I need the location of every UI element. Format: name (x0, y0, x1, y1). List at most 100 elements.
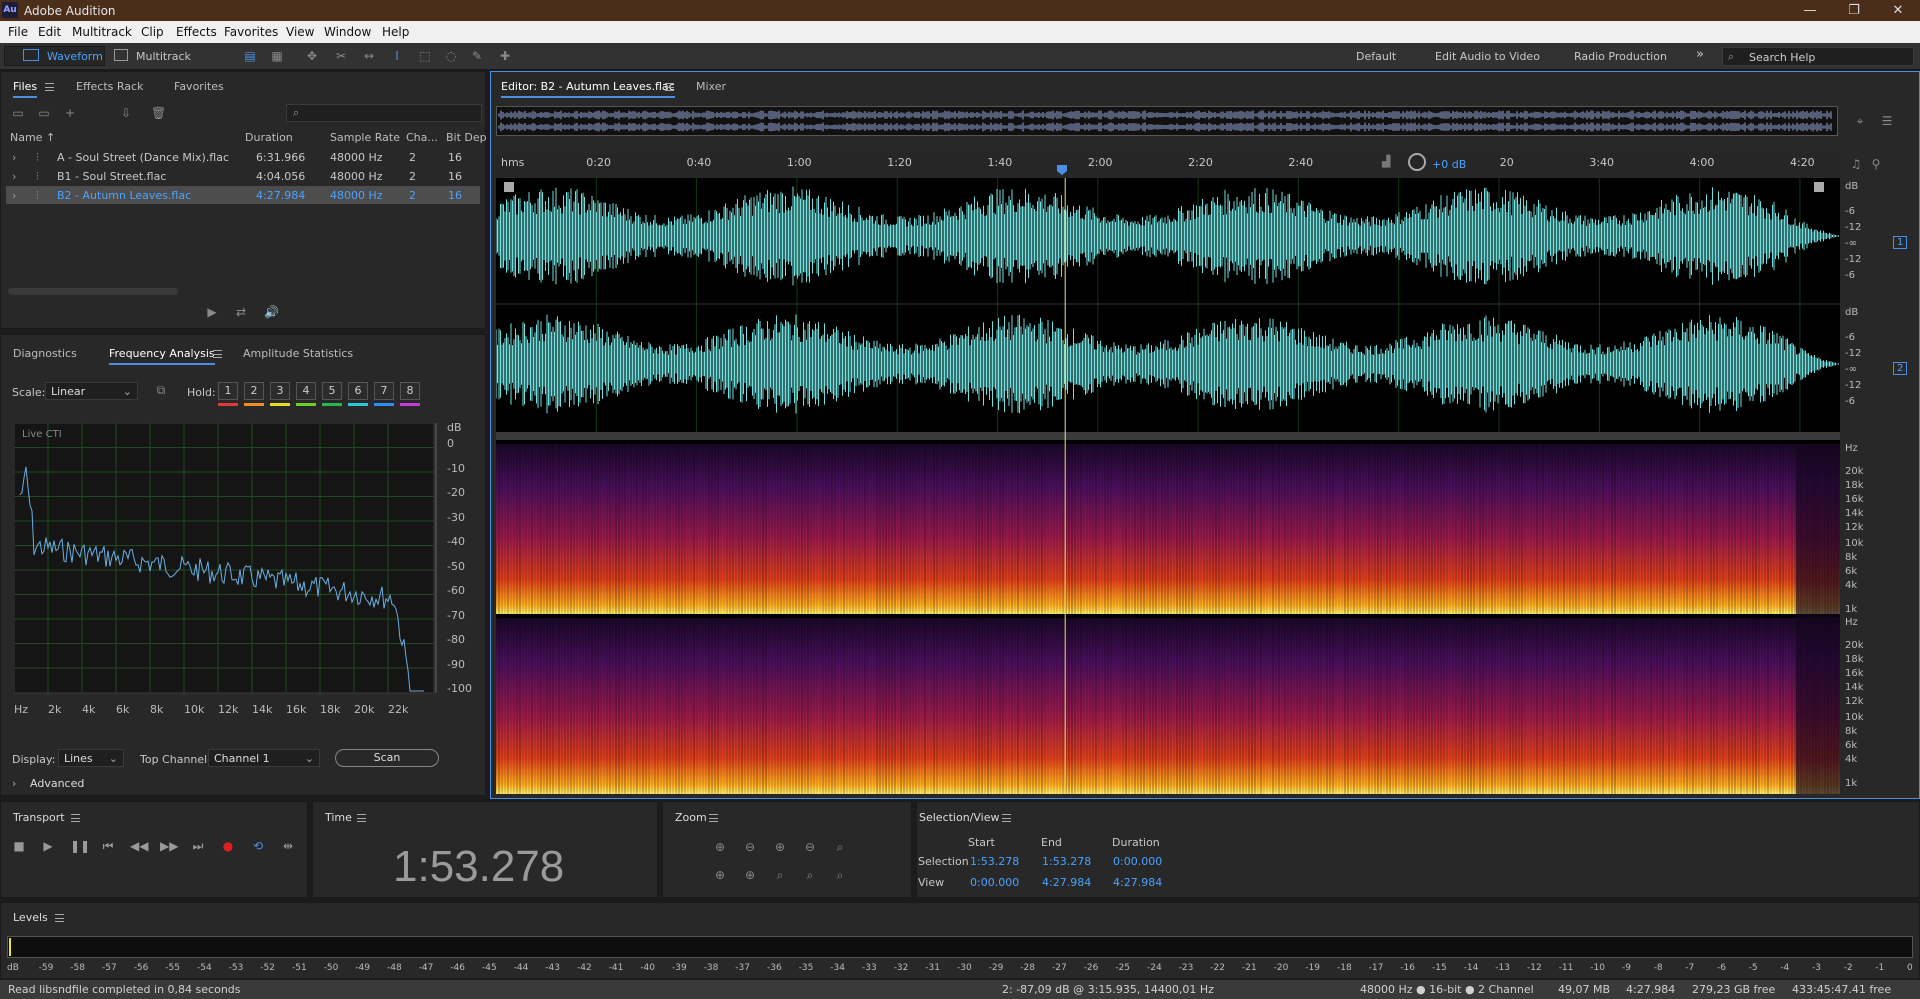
open-file-icon[interactable]: ▭ (11, 106, 25, 120)
spectral-divider[interactable] (496, 432, 1840, 440)
level-meter[interactable] (7, 936, 1913, 958)
headphones-icon[interactable]: ♫ (1849, 157, 1863, 171)
workspace-radio-production[interactable]: Radio Production (1574, 50, 1667, 63)
view-duration[interactable]: 4:27.984 (1113, 876, 1162, 889)
channel-1-expand-icon[interactable] (1814, 182, 1824, 192)
tab-editor[interactable]: Editor: B2 - Autumn Leaves.flac (501, 80, 675, 98)
time-selection-tool-icon[interactable]: I (390, 49, 404, 63)
transport-menu-icon[interactable] (71, 814, 80, 822)
menu-help[interactable]: Help (382, 25, 409, 39)
playhead-marker-icon[interactable] (1056, 164, 1068, 176)
display-dropdown[interactable]: Lines ⌄ (58, 749, 124, 767)
maximize-button[interactable]: ❐ (1832, 1, 1876, 20)
zoom-in-left-icon[interactable]: ⊕ (713, 868, 727, 882)
files-search-input[interactable]: ⌕ (286, 104, 482, 122)
minimize-button[interactable]: — (1788, 1, 1832, 20)
waveform-mode-button[interactable]: Waveform (4, 46, 105, 66)
col-name[interactable]: Name ↑ (10, 131, 55, 144)
zoom-in-right-icon[interactable]: ⊕ (743, 868, 757, 882)
advanced-chevron-icon[interactable]: › (12, 777, 16, 790)
menu-favorites[interactable]: Favorites (224, 25, 278, 39)
tab-amplitude-statistics[interactable]: Amplitude Statistics (243, 347, 353, 360)
view-end[interactable]: 4:27.984 (1042, 876, 1091, 889)
tab-frequency-analysis[interactable]: Frequency Analysis (109, 347, 215, 365)
hold-button-1[interactable]: 1 (218, 382, 238, 400)
hold-button-2[interactable]: 2 (244, 382, 264, 400)
marquee-tool-icon[interactable]: ⬚ (418, 49, 432, 63)
file-row[interactable]: › ⫶ B1 - Soul Street.flac 4:04.056 48000 Hz 2… (6, 167, 480, 185)
time-ruler[interactable]: hms 0:200:401:001:201:402:002:202:403:00… (496, 153, 1840, 177)
time-menu-icon[interactable] (357, 814, 366, 822)
insert-into-multitrack-icon[interactable]: ⇩ (119, 106, 133, 120)
loop-preview-icon[interactable]: ⇄ (234, 305, 248, 319)
file-row[interactable]: › ⫶ B2 - Autumn Leaves.flac 4:27.984 48000 H… (6, 186, 480, 204)
zoom-menu-icon[interactable] (709, 814, 718, 822)
spectral-frequency-icon[interactable]: ▤ (243, 49, 257, 63)
zoom-reset-icon[interactable]: ⌕ (833, 868, 847, 882)
channel-1-toggle-icon[interactable] (504, 182, 514, 192)
tab-files[interactable]: Files (13, 80, 38, 98)
selection-duration[interactable]: 0:00.000 (1113, 855, 1162, 868)
hold-button-4[interactable]: 4 (296, 382, 316, 400)
selection-end[interactable]: 1:53.278 (1042, 855, 1091, 868)
import-file-icon[interactable]: ▭ (37, 106, 51, 120)
expand-chevron-icon[interactable]: › (12, 189, 16, 202)
fast-forward-icon[interactable]: ▶▶ (160, 838, 178, 854)
menu-multitrack[interactable]: Multitrack (72, 25, 132, 39)
overview-bar[interactable] (496, 106, 1838, 136)
spot-healing-icon[interactable]: ✚ (498, 49, 512, 63)
loop-playback-icon[interactable]: ⟲ (250, 838, 266, 854)
close-button[interactable]: ✕ (1876, 1, 1920, 20)
skip-selection-icon[interactable]: ⇹ (280, 838, 296, 854)
advanced-toggle[interactable]: Advanced (30, 777, 84, 790)
zoom-out-amplitude-icon[interactable]: ⊖ (743, 840, 757, 854)
slip-tool-icon[interactable]: ↔ (362, 49, 376, 63)
view-options-icon[interactable]: ☰ (1880, 114, 1894, 128)
autoplay-icon[interactable]: 🔊 (264, 305, 279, 319)
col-channels[interactable]: Cha... (406, 131, 438, 144)
scan-button[interactable]: Scan (335, 749, 439, 767)
hold-button-3[interactable]: 3 (270, 382, 290, 400)
zoom-in-time-icon[interactable]: ⊕ (773, 840, 787, 854)
frequency-menu-icon[interactable] (213, 350, 222, 358)
pin-icon[interactable]: ⚲ (1869, 157, 1883, 171)
delete-file-icon[interactable]: 🗑 (151, 106, 166, 120)
menu-file[interactable]: File (8, 25, 28, 39)
zoom-out-full-icon[interactable]: ⌕ (833, 840, 847, 854)
zoom-in-amplitude-icon[interactable]: ⊕ (713, 840, 727, 854)
search-help-field[interactable]: ⌕ Search Help (1722, 47, 1914, 66)
more-workspaces-button[interactable]: » (1696, 47, 1704, 62)
go-to-end-icon[interactable]: ⏭ (190, 838, 206, 854)
multitrack-mode-button[interactable]: Multitrack (108, 46, 198, 66)
menu-view[interactable]: View (286, 25, 314, 39)
waveform-spectrogram-canvas[interactable] (496, 178, 1840, 794)
col-duration[interactable]: Duration (245, 131, 293, 144)
view-start[interactable]: 0:00.000 (970, 876, 1019, 889)
hold-button-8[interactable]: 8 (400, 382, 420, 400)
expand-chevron-icon[interactable]: › (12, 151, 16, 164)
zoom-out-time-icon[interactable]: ⊖ (803, 840, 817, 854)
zoom-selection-left-icon[interactable]: ⌕ (803, 868, 817, 882)
move-tool-icon[interactable]: ✥ (305, 49, 319, 63)
stop-icon[interactable]: ■ (11, 838, 27, 854)
col-bit-depth[interactable]: Bit Dep (446, 131, 487, 144)
spectral-pitch-icon[interactable]: ▦ (270, 49, 284, 63)
razor-tool-icon[interactable]: ✂ (334, 49, 348, 63)
workspace-default[interactable]: Default (1356, 50, 1396, 63)
files-menu-icon[interactable] (45, 83, 54, 91)
files-scrollbar[interactable] (8, 288, 178, 295)
rewind-icon[interactable]: ◀◀ (130, 838, 148, 854)
hud-gain-control[interactable]: ▟ +0 dB (1382, 153, 1500, 177)
top-channel-dropdown[interactable]: Channel 1 ⌄ (208, 749, 320, 767)
tab-effects-rack[interactable]: Effects Rack (76, 80, 143, 93)
expand-chevron-icon[interactable]: › (12, 170, 16, 183)
play-preview-icon[interactable]: ▶ (205, 305, 219, 319)
pause-icon[interactable]: ❚❚ (70, 838, 90, 854)
tab-favorites[interactable]: Favorites (174, 80, 224, 93)
hold-button-7[interactable]: 7 (374, 382, 394, 400)
new-file-icon[interactable]: + (63, 106, 77, 120)
workspace-edit-audio-to-video[interactable]: Edit Audio to Video (1435, 50, 1540, 63)
levels-menu-icon[interactable] (55, 914, 64, 922)
scale-dropdown[interactable]: Linear ⌄ (45, 382, 138, 400)
channel-2-badge[interactable]: 2 (1893, 362, 1908, 375)
